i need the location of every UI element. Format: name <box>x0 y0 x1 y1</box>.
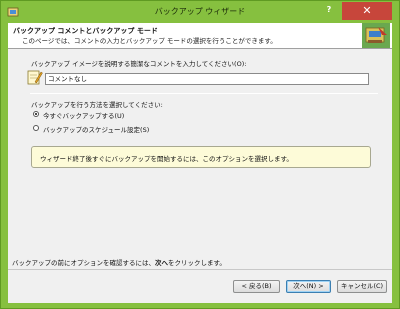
backup-now-label[interactable]: 今すぐバックアップする(U) <box>43 110 124 120</box>
backup-logo-icon <box>362 23 390 48</box>
page-description: このページでは、コメントの入力とバックアップ モードの選択を行うことができます。 <box>22 37 277 45</box>
window-title: バックアップ ウィザード <box>154 7 246 16</box>
schedule-backup-radio[interactable] <box>33 125 39 131</box>
option-info-box: ウィザード終了後すぐにバックアップを開始するには、このオプションを選択します。 <box>31 146 371 168</box>
backup-now-radio[interactable] <box>33 111 39 117</box>
title-bar[interactable]: バックアップ ウィザード ? ✕ <box>1 1 399 23</box>
footer-hint: バックアップの前にオプションを確認するには、次へをクリックします。 <box>12 257 226 267</box>
comment-input[interactable]: コメントなし <box>45 73 369 85</box>
pencil-note-icon <box>27 70 43 85</box>
next-button[interactable]: 次へ(N) > <box>286 280 331 293</box>
wizard-header: バックアップ コメントとバックアップ モード このページでは、コメントの入力とバ… <box>8 23 392 49</box>
footer-divider <box>8 269 392 270</box>
schedule-backup-label[interactable]: バックアップのスケジュール設定(S) <box>43 124 149 134</box>
cancel-button[interactable]: キャンセル(C) <box>337 280 387 293</box>
option-info-text: ウィザード終了後すぐにバックアップを開始するには、このオプションを選択します。 <box>40 155 293 163</box>
comment-label: バックアップ イメージを説明する簡潔なコメントを入力してください(O): <box>31 60 247 68</box>
footer-hint-next: 次へ <box>155 259 168 267</box>
wizard-client-area: バックアップ コメントとバックアップ モード このページでは、コメントの入力とバ… <box>8 23 392 303</box>
method-label: バックアップを行う方法を選択してください: <box>31 101 163 109</box>
section-divider <box>30 93 378 94</box>
footer-hint-suffix: をクリックします。 <box>168 259 226 267</box>
close-button[interactable]: ✕ <box>342 2 392 20</box>
help-button[interactable]: ? <box>323 3 335 17</box>
backup-wizard-window: バックアップ ウィザード ? ✕ バックアップ コメントとバックアップ モード … <box>0 0 400 309</box>
back-button[interactable]: < 戻る(B) <box>233 280 280 293</box>
footer-hint-prefix: バックアップの前にオプションを確認するには、 <box>12 259 155 267</box>
